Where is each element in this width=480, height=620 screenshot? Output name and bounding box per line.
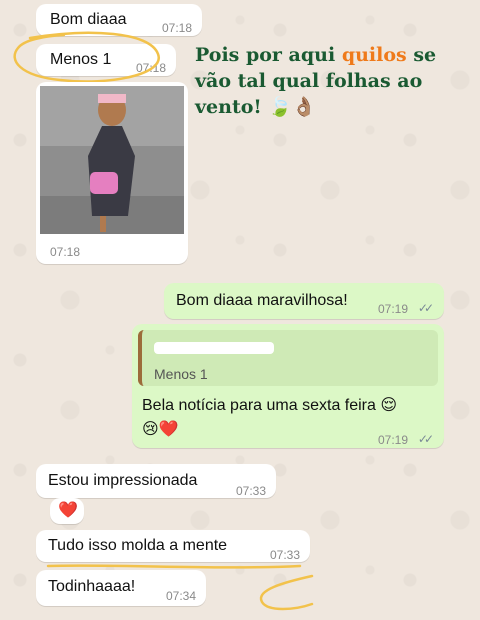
- message-text: Bela notícia para uma sexta feira 😌: [142, 397, 398, 414]
- message-text: Bom diaaa maravilhosa!: [176, 292, 348, 309]
- heart-emoji: ❤️: [58, 502, 78, 519]
- promo-highlight: quilos: [341, 44, 407, 66]
- message-emoji: 😢❤️: [142, 421, 179, 438]
- read-receipt-icon: ✓✓: [417, 432, 434, 446]
- message-time: 07:19: [377, 433, 408, 447]
- dog-photo-thumbnail[interactable]: [40, 86, 184, 234]
- message-text: Estou impressionada: [48, 472, 198, 489]
- message-time: 07:18: [50, 245, 81, 259]
- message-outgoing[interactable]: Bom diaaa maravilhosa! 07:19 ✓✓: [164, 283, 444, 319]
- message-outgoing-reply[interactable]: Menos 1 Bela notícia para uma sexta feir…: [132, 324, 444, 448]
- image-message[interactable]: 07:18: [36, 82, 188, 264]
- quoted-text: Menos 1: [154, 366, 208, 382]
- message-time: 07:33: [235, 484, 266, 498]
- highlight-scribble: [13, 31, 160, 83]
- message-text: Tudo isso molda a mente: [48, 537, 228, 554]
- quoted-author-redacted: [154, 342, 274, 354]
- message-incoming[interactable]: Estou impressionada 07:33: [36, 464, 276, 498]
- message-incoming[interactable]: Tudo isso molda a mente 07:33: [36, 530, 310, 562]
- quoted-message[interactable]: Menos 1: [138, 330, 438, 386]
- message-text: Bom diaaa: [50, 11, 127, 28]
- read-receipt-icon: ✓✓: [417, 301, 434, 315]
- message-incoming[interactable]: ❤️: [50, 498, 84, 524]
- promo-text-start: Pois por aqui: [195, 44, 342, 66]
- message-time: 07:19: [377, 302, 408, 316]
- underline-scribble: [46, 564, 314, 611]
- promo-caption: Pois por aqui quilos se vão tal qual fol…: [195, 42, 465, 120]
